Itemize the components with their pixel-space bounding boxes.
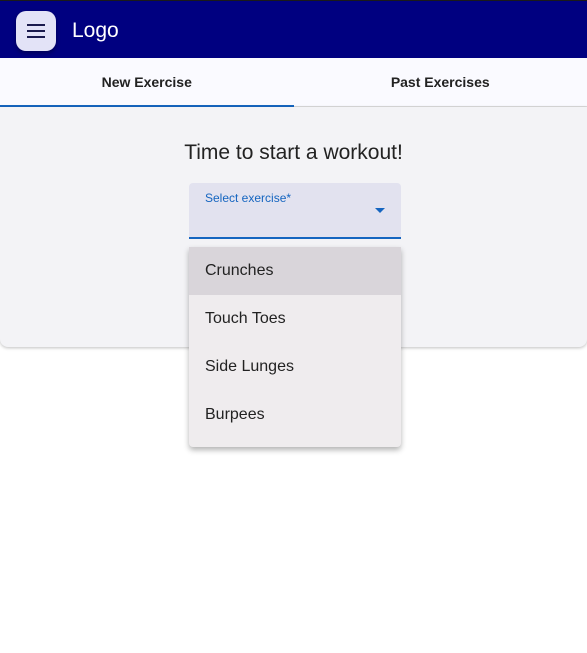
menu-icon — [27, 24, 45, 38]
dropdown-arrow-icon — [375, 208, 385, 213]
top-app-bar: Logo — [0, 0, 587, 58]
option-touch-toes[interactable]: Touch Toes — [189, 295, 401, 343]
card-title: Time to start a workout! — [184, 141, 403, 164]
menu-button[interactable] — [16, 11, 56, 51]
exercise-select[interactable]: Select exercise* — [189, 183, 401, 239]
select-label: Select exercise* — [205, 191, 292, 205]
exercise-options-panel: Crunches Touch Toes Side Lunges Burpees — [189, 247, 401, 447]
option-crunches[interactable]: Crunches — [189, 247, 401, 295]
tab-new-exercise[interactable]: New Exercise — [0, 58, 294, 107]
option-burpees[interactable]: Burpees — [189, 391, 401, 439]
option-side-lunges[interactable]: Side Lunges — [189, 343, 401, 391]
page: Logo New Exercise Past Exercises Time to… — [0, 0, 587, 653]
app-logo[interactable]: Logo — [72, 17, 119, 45]
tab-past-exercises[interactable]: Past Exercises — [294, 58, 587, 106]
tab-bar: New Exercise Past Exercises — [0, 58, 587, 107]
